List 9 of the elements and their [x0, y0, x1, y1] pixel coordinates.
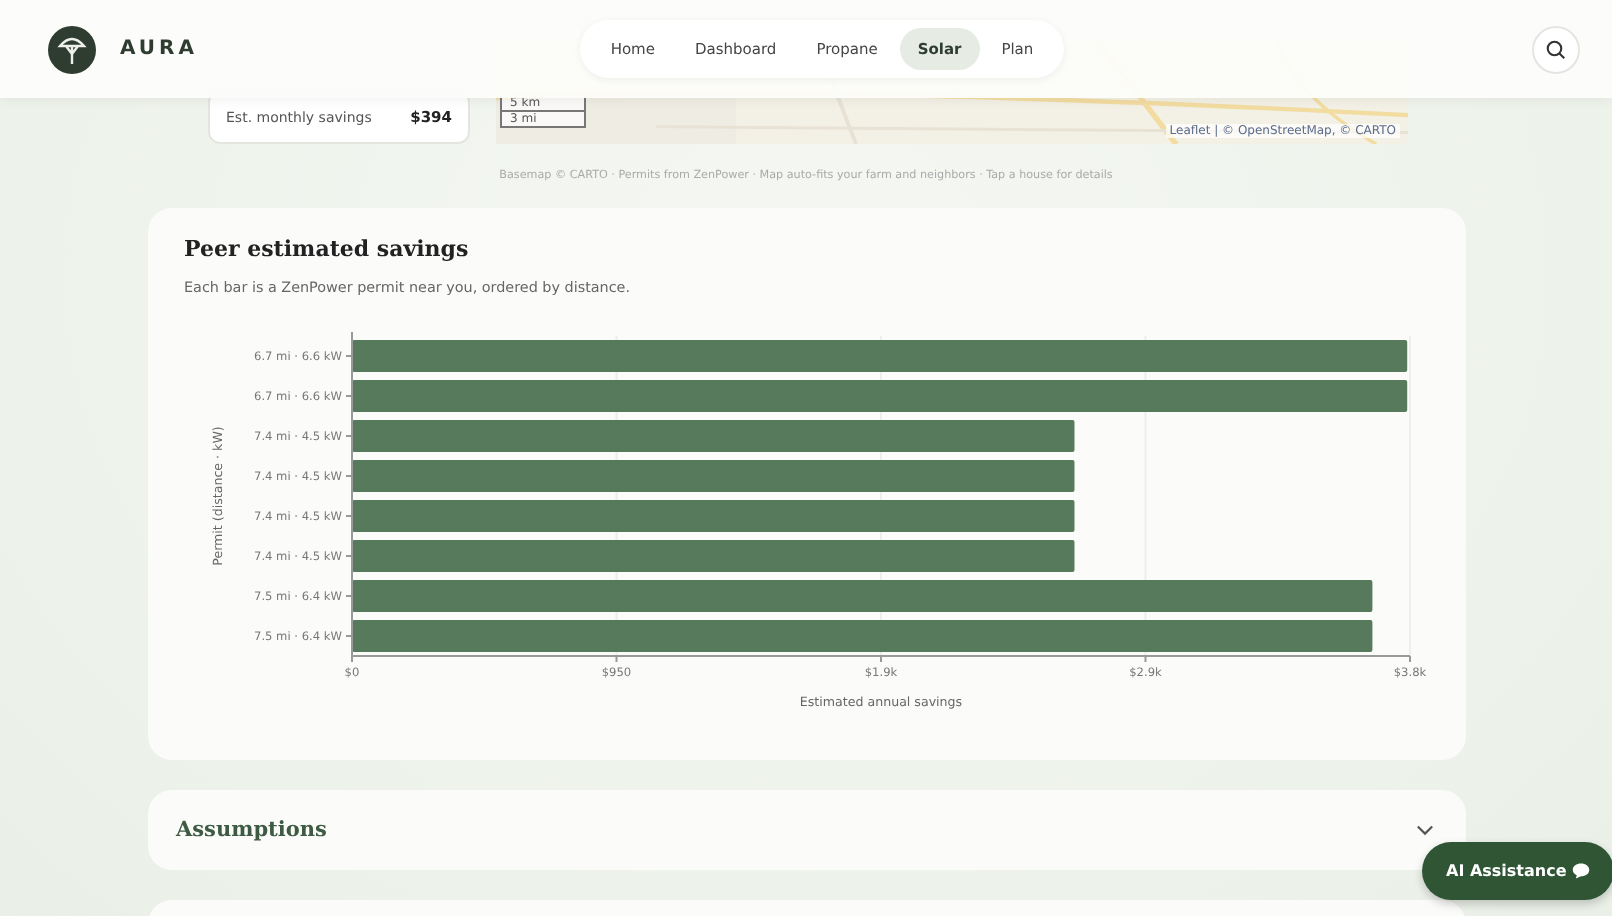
chevron-icon — [1416, 824, 1434, 836]
panel-title: Assumptions — [176, 818, 327, 842]
search-button[interactable] — [1532, 25, 1580, 73]
search-icon — [1544, 37, 1568, 61]
brand-name: AURA — [120, 38, 198, 60]
chat-bubble-icon — [1572, 862, 1591, 880]
section-title: Peer estimated savings — [184, 236, 471, 262]
ai-assistance-button[interactable]: AI Assistance — [1422, 842, 1612, 900]
tree-logo-icon — [48, 25, 96, 73]
